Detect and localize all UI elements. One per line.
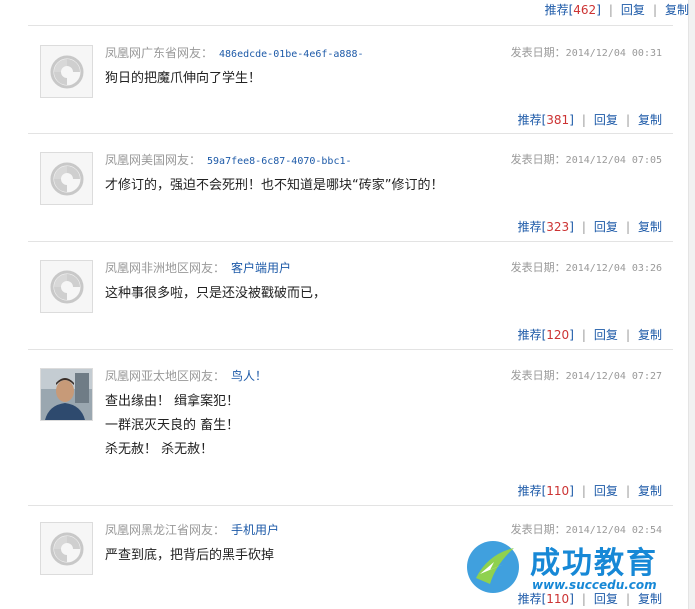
copy-button[interactable]: 复制: [638, 220, 662, 234]
watermark-emblem-icon: [467, 541, 519, 593]
recommend-button[interactable]: 推荐[110]: [518, 484, 574, 498]
watermark-url: www.succedu.com: [532, 578, 657, 592]
recommend-button[interactable]: 推荐[462]: [545, 3, 601, 17]
phoenix-logo-icon: [50, 55, 83, 88]
comment-date: 发表日期：2014/12/04 07:05: [510, 153, 662, 166]
copy-button[interactable]: 复制: [665, 3, 689, 17]
reply-button[interactable]: 回复: [594, 328, 618, 342]
comment-meta: 凤凰网美国网友： 59a7fee8-6c87-4070-bbc1-: [105, 151, 352, 168]
comment-meta: 凤凰网黑龙江省网友： 手机用户: [105, 521, 279, 538]
comment-item: 凤凰网非洲地区网友： 客户端用户 发表日期：2014/12/04 03:26 这种…: [28, 260, 668, 348]
copy-button[interactable]: 复制: [638, 328, 662, 342]
avatar[interactable]: [40, 522, 93, 575]
comment-user-link[interactable]: 486edcde-01be-4e6f-a888-: [219, 49, 364, 60]
avatar[interactable]: [40, 260, 93, 313]
recommend-button[interactable]: 推荐[323]: [518, 220, 574, 234]
reply-button[interactable]: 回复: [594, 113, 618, 127]
comment-source: 凤凰网亚太地区网友：: [105, 369, 226, 383]
comment-source: 凤凰网非洲地区网友：: [105, 261, 226, 275]
comment-meta: 凤凰网亚太地区网友： 鸟人！: [105, 367, 267, 384]
comment-source: 凤凰网广东省网友：: [105, 46, 214, 60]
comment-body: 这种事很多啦，只是还没被戳破而已，: [105, 286, 327, 301]
divider: [28, 25, 673, 26]
avatar-photo[interactable]: [40, 368, 93, 421]
comment-body: 狗日的把魔爪伸向了学生！: [105, 71, 262, 86]
user-photo-icon: [41, 369, 92, 420]
comment-user-link[interactable]: 客户端用户: [231, 261, 291, 275]
prev-comment-actions: 推荐[462] | 回复 | 复制: [544, 3, 689, 17]
comment-body: 才修订的，强迫不会死刑！也不知道是哪块“砖家”修订的！: [105, 178, 444, 193]
avatar[interactable]: [40, 45, 93, 98]
comment-user-link[interactable]: 鸟人！: [231, 369, 267, 383]
watermark-logo: 成功教育 www.succedu.com: [460, 530, 690, 606]
comment-user-link[interactable]: 手机用户: [231, 523, 279, 537]
comment-date: 发表日期：2014/12/04 00:31: [510, 46, 662, 59]
phoenix-logo-icon: [50, 270, 83, 303]
reply-button[interactable]: 回复: [594, 484, 618, 498]
comment-user-link[interactable]: 59a7fee8-6c87-4070-bbc1-: [207, 156, 352, 167]
copy-button[interactable]: 复制: [638, 484, 662, 498]
comment-actions: 推荐[120] | 回复 | 复制: [517, 328, 662, 342]
recommend-button[interactable]: 推荐[120]: [518, 328, 574, 342]
divider: [28, 349, 673, 350]
comment-meta: 凤凰网广东省网友： 486edcde-01be-4e6f-a888-: [105, 44, 364, 61]
watermark-title: 成功教育: [530, 546, 658, 581]
copy-button[interactable]: 复制: [638, 113, 662, 127]
phoenix-logo-icon: [50, 162, 83, 195]
reply-button[interactable]: 回复: [621, 3, 645, 17]
phoenix-logo-icon: [50, 532, 83, 565]
scrollbar[interactable]: [688, 0, 695, 609]
avatar[interactable]: [40, 152, 93, 205]
recommend-button[interactable]: 推荐[381]: [518, 113, 574, 127]
comment-item: 凤凰网亚太地区网友： 鸟人！ 发表日期：2014/12/04 07:27 查出缘由…: [28, 368, 668, 498]
reply-button[interactable]: 回复: [594, 220, 618, 234]
comment-source: 凤凰网黑龙江省网友：: [105, 523, 226, 537]
divider: [28, 133, 673, 134]
divider: [28, 505, 673, 506]
comment-meta: 凤凰网非洲地区网友： 客户端用户: [105, 259, 291, 276]
comment-actions: 推荐[323] | 回复 | 复制: [517, 220, 662, 234]
divider: [28, 241, 673, 242]
comment-date: 发表日期：2014/12/04 07:27: [510, 369, 662, 382]
comment-source: 凤凰网美国网友：: [105, 153, 202, 167]
comment-actions: 推荐[110] | 回复 | 复制: [517, 484, 662, 498]
comment-item: 凤凰网广东省网友： 486edcde-01be-4e6f-a888- 发表日期：2…: [28, 45, 668, 133]
comment-date: 发表日期：2014/12/04 03:26: [510, 261, 662, 274]
comment-body: 查出缘由！ 缉拿案犯！ 一群泯灭天良的 畜生！ 杀无赦！ 杀无赦！: [105, 394, 240, 457]
comment-actions: 推荐[381] | 回复 | 复制: [517, 113, 662, 127]
comment-item: 凤凰网美国网友： 59a7fee8-6c87-4070-bbc1- 发表日期：20…: [28, 152, 668, 240]
